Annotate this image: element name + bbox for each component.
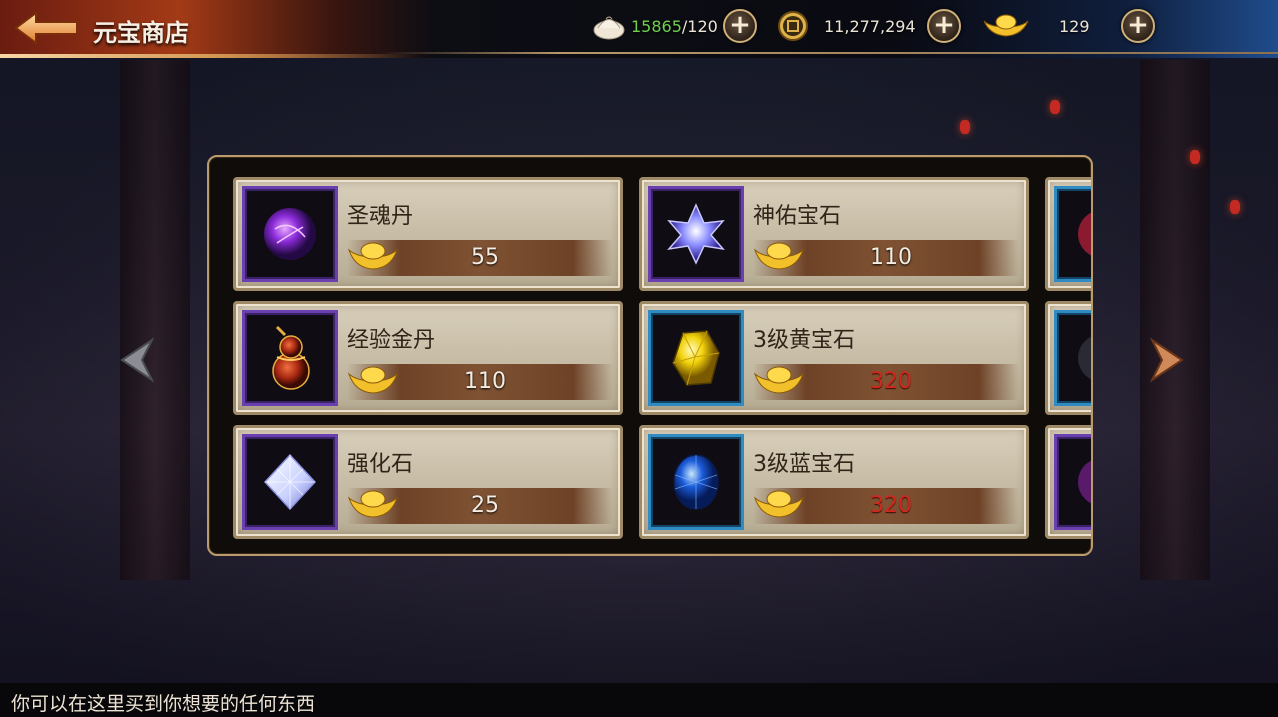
back-arrow-icon bbox=[14, 11, 78, 45]
plus-icon: + bbox=[729, 10, 751, 40]
stamina-max: /120 bbox=[681, 16, 718, 36]
purple-gem-icon bbox=[1078, 460, 1091, 504]
price-bar: 320 bbox=[753, 488, 1019, 524]
gold-ingot-icon bbox=[753, 366, 805, 394]
item-name: 3级蓝宝石 bbox=[753, 452, 855, 477]
header-divider bbox=[380, 52, 1278, 54]
price-bar: 110 bbox=[753, 240, 1019, 276]
chevron-left-icon bbox=[120, 337, 155, 383]
background-pillar bbox=[1140, 60, 1210, 580]
page-title: 元宝商店 bbox=[93, 19, 189, 47]
item-icon-frame bbox=[1054, 434, 1091, 530]
prev-page-arrow[interactable] bbox=[118, 337, 158, 383]
item-name: 强化石 bbox=[347, 452, 414, 477]
item-price: 110 bbox=[464, 369, 506, 394]
gold-ingot-icon bbox=[753, 490, 805, 518]
item-name: 圣魂丹 bbox=[347, 204, 414, 229]
tip-bar: 你可以在这里买到你想要的任何东西 bbox=[0, 683, 1278, 717]
gold-ingot-icon bbox=[347, 490, 399, 518]
add-stamina-button[interactable]: + bbox=[723, 9, 757, 43]
header-shine bbox=[0, 54, 420, 58]
item-price: 55 bbox=[471, 245, 499, 270]
item-icon-frame bbox=[648, 186, 744, 282]
gold-ingot-icon bbox=[983, 14, 1029, 37]
item-name: 神佑宝石 bbox=[753, 204, 842, 229]
coin-amount: 11,277,294 bbox=[824, 16, 916, 36]
shop-item-card[interactable]: 强化石 25 bbox=[233, 425, 623, 539]
item-price: 110 bbox=[870, 245, 912, 270]
shop-item-card[interactable]: 3级黄宝石 320 bbox=[639, 301, 1029, 415]
item-price: 320 bbox=[870, 369, 912, 394]
price-bar: 320 bbox=[753, 364, 1019, 400]
back-button[interactable] bbox=[14, 10, 80, 46]
gold-ingot-icon bbox=[347, 366, 399, 394]
coin-icon bbox=[778, 11, 808, 41]
item-price: 320 bbox=[870, 493, 912, 518]
background-lantern bbox=[1190, 150, 1200, 164]
item-name: 经验金丹 bbox=[347, 328, 436, 353]
item-icon-frame bbox=[1054, 186, 1091, 282]
shop-item-card[interactable]: 3级蓝宝石 320 bbox=[639, 425, 1029, 539]
top-bar: 元宝商店 15865/120 + 11,277,294 + 129 + bbox=[0, 0, 1278, 58]
background-lantern bbox=[1050, 100, 1060, 114]
background-pillar bbox=[120, 60, 190, 580]
add-yuanbao-button[interactable]: + bbox=[1121, 9, 1155, 43]
next-page-arrow[interactable] bbox=[1146, 337, 1186, 383]
item-price: 25 bbox=[471, 493, 499, 518]
item-icon-frame bbox=[242, 434, 338, 530]
dark-gem-icon bbox=[1078, 336, 1091, 380]
shop-item-card[interactable]: 神佑宝石 110 bbox=[639, 177, 1029, 291]
price-bar: 25 bbox=[347, 488, 613, 524]
item-icon-frame bbox=[1054, 310, 1091, 406]
plus-icon: + bbox=[933, 10, 955, 40]
price-bar: 55 bbox=[347, 240, 613, 276]
gold-ingot-icon bbox=[347, 242, 399, 270]
background-lantern bbox=[1230, 200, 1240, 214]
yellow-gem-icon bbox=[672, 330, 720, 386]
shop-item-card[interactable]: 圣魂丹 55 bbox=[233, 177, 623, 291]
red-gem-icon bbox=[1078, 212, 1091, 256]
tip-text: 你可以在这里买到你想要的任何东西 bbox=[11, 693, 316, 715]
add-coins-button[interactable]: + bbox=[927, 9, 961, 43]
item-icon-frame bbox=[242, 186, 338, 282]
yuanbao-amount: 129 bbox=[1059, 16, 1090, 36]
blue-gem-icon bbox=[673, 454, 719, 510]
purple-orb-icon bbox=[264, 208, 316, 260]
yuanbao-resource: 129 bbox=[982, 8, 1090, 44]
chevron-right-icon bbox=[1149, 337, 1184, 383]
item-name: 3级黄宝石 bbox=[753, 328, 855, 353]
item-icon-frame bbox=[648, 434, 744, 530]
item-icon-frame bbox=[242, 310, 338, 406]
coin-resource: 11,277,294 bbox=[777, 8, 916, 44]
shop-panel: 圣魂丹 55 神佑宝石 110 经验金丹 110 3级黄宝石 320 强化石 2… bbox=[207, 155, 1093, 556]
stamina-resource: 15865/120 bbox=[592, 8, 718, 44]
price-bar: 110 bbox=[347, 364, 613, 400]
shop-item-card-partial[interactable] bbox=[1045, 425, 1091, 539]
bun-icon bbox=[593, 16, 625, 40]
shop-item-card-partial[interactable] bbox=[1045, 301, 1091, 415]
plus-icon: + bbox=[1127, 10, 1149, 40]
background-lantern bbox=[960, 120, 970, 134]
item-icon-frame bbox=[648, 310, 744, 406]
shop-item-card[interactable]: 经验金丹 110 bbox=[233, 301, 623, 415]
gourd-icon bbox=[272, 325, 310, 390]
stamina-current: 15865 bbox=[631, 16, 682, 36]
shop-item-card-partial[interactable] bbox=[1045, 177, 1091, 291]
white-diamond-icon bbox=[263, 453, 317, 511]
star-gem-icon bbox=[667, 203, 725, 265]
gold-ingot-icon bbox=[753, 242, 805, 270]
